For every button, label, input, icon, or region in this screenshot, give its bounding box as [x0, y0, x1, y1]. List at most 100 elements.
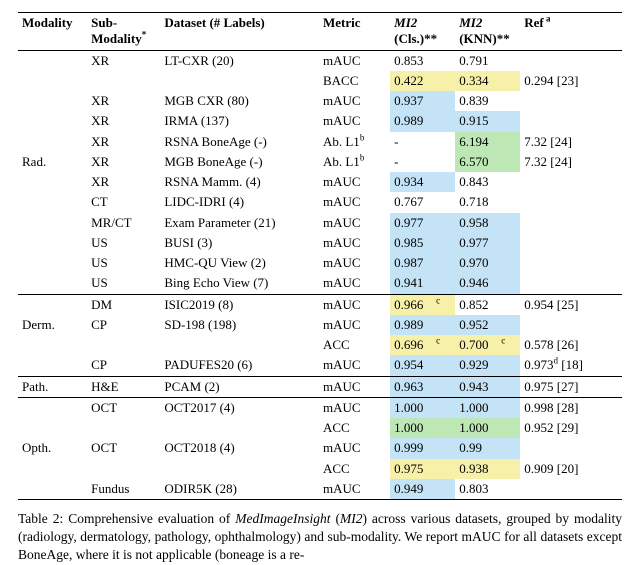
- modality-cell: [18, 71, 87, 91]
- sub-modality-cell: [87, 418, 160, 438]
- knn-cell: 0.946: [455, 273, 520, 294]
- sub-modality-cell: XR: [87, 91, 160, 111]
- table-row: XRRSNA BoneAge (-)Ab. L1b-6.1947.32 [24]: [18, 132, 622, 152]
- cls-cell: 0.853: [390, 50, 455, 71]
- metric-cell: mAUC: [319, 479, 390, 500]
- sub-modality-cell: XR: [87, 50, 160, 71]
- modality-cell: [18, 253, 87, 273]
- knn-cell: 0.929: [455, 355, 520, 376]
- knn-cell: 1.000: [455, 418, 520, 438]
- knn-cell: 0.970: [455, 253, 520, 273]
- ref-cell: [520, 253, 622, 273]
- col-sub-modality: Sub- Modality*: [87, 13, 160, 51]
- table-row: USBing Echo View (7)mAUC0.9410.946: [18, 273, 622, 294]
- knn-cell: 0.958: [455, 213, 520, 233]
- sub-modality-cell: CP: [87, 355, 160, 376]
- col-metric: Metric: [319, 13, 390, 51]
- table-row: XRLT-CXR (20)mAUC0.8530.791: [18, 50, 622, 71]
- knn-cell: 0.843: [455, 172, 520, 192]
- modality-cell: [18, 233, 87, 253]
- cls-cell: 0.937: [390, 91, 455, 111]
- col-dataset: Dataset (# Labels): [160, 13, 319, 51]
- dataset-cell: IRMA (137): [160, 111, 319, 131]
- metric-cell: mAUC: [319, 355, 390, 376]
- table-row: XRRSNA Mamm. (4)mAUC0.9340.843: [18, 172, 622, 192]
- ref-cell: 0.975 [27]: [520, 376, 622, 397]
- table-row: ACC0.9750.9380.909 [20]: [18, 459, 622, 479]
- dataset-cell: LT-CXR (20): [160, 50, 319, 71]
- sub-modality-cell: US: [87, 233, 160, 253]
- cls-cell: 0.999: [390, 438, 455, 458]
- dataset-cell: SD-198 (198): [160, 315, 319, 335]
- cls-cell: 0.987: [390, 253, 455, 273]
- dataset-cell: ISIC2019 (8): [160, 294, 319, 315]
- knn-cell: 0.334: [455, 71, 520, 91]
- table-row: ACC1.0001.0000.952 [29]: [18, 418, 622, 438]
- metric-cell: mAUC: [319, 438, 390, 458]
- modality-cell: [18, 273, 87, 294]
- ref-cell: [520, 91, 622, 111]
- modality-cell: [18, 418, 87, 438]
- ref-cell: 0.952 [29]: [520, 418, 622, 438]
- knn-cell: 0.803: [455, 479, 520, 500]
- cls-cell: 0.767: [390, 192, 455, 212]
- modality-cell: [18, 355, 87, 376]
- knn-cell: 0.700 c: [455, 335, 520, 355]
- sub-modality-cell: [87, 459, 160, 479]
- modality-cell: [18, 172, 87, 192]
- ref-cell: 7.32 [24]: [520, 152, 622, 172]
- metric-cell: mAUC: [319, 376, 390, 397]
- ref-cell: [520, 111, 622, 131]
- cls-cell: 0.985: [390, 233, 455, 253]
- metric-cell: mAUC: [319, 111, 390, 131]
- knn-cell: 6.194: [455, 132, 520, 152]
- metric-cell: BACC: [319, 71, 390, 91]
- metric-cell: ACC: [319, 418, 390, 438]
- cls-cell: 0.966 c: [390, 294, 455, 315]
- modality-cell: Rad.: [18, 152, 87, 172]
- dataset-cell: LIDC-IDRI (4): [160, 192, 319, 212]
- table-row: CTLIDC-IDRI (4)mAUC0.7670.718: [18, 192, 622, 212]
- dataset-cell: RSNA Mamm. (4): [160, 172, 319, 192]
- col-modality: Modality: [18, 13, 87, 51]
- modality-cell: Derm.: [18, 315, 87, 335]
- ref-cell: [520, 315, 622, 335]
- sub-modality-cell: CP: [87, 315, 160, 335]
- dataset-cell: HMC-QU View (2): [160, 253, 319, 273]
- table-row: BACC0.4220.3340.294 [23]: [18, 71, 622, 91]
- cls-cell: 0.949: [390, 479, 455, 500]
- table-header: Modality Sub- Modality* Dataset (# Label…: [18, 13, 622, 51]
- knn-cell: 0.99: [455, 438, 520, 458]
- table-row: USBUSI (3)mAUC0.9850.977: [18, 233, 622, 253]
- dataset-cell: RSNA BoneAge (-): [160, 132, 319, 152]
- ref-cell: [520, 172, 622, 192]
- cls-cell: 0.696 c: [390, 335, 455, 355]
- modality-cell: [18, 50, 87, 71]
- modality-cell: Path.: [18, 376, 87, 397]
- dataset-cell: MGB CXR (80): [160, 91, 319, 111]
- ref-cell: 0.973d [18]: [520, 355, 622, 376]
- table-row: FundusODIR5K (28)mAUC0.9490.803: [18, 479, 622, 500]
- dataset-cell: ODIR5K (28): [160, 479, 319, 500]
- sub-modality-cell: XR: [87, 132, 160, 152]
- knn-cell: 0.791: [455, 50, 520, 71]
- knn-cell: 0.938: [455, 459, 520, 479]
- cls-cell: 0.989: [390, 315, 455, 335]
- cls-cell: -: [390, 152, 455, 172]
- metric-cell: Ab. L1b: [319, 152, 390, 172]
- ref-cell: 0.954 [25]: [520, 294, 622, 315]
- modality-cell: [18, 111, 87, 131]
- sub-modality-cell: MR/CT: [87, 213, 160, 233]
- modality-cell: [18, 335, 87, 355]
- cls-cell: 1.000: [390, 397, 455, 418]
- cls-cell: 0.977: [390, 213, 455, 233]
- sub-modality-cell: H&E: [87, 376, 160, 397]
- table-row: ACC0.696 c0.700 c0.578 [26]: [18, 335, 622, 355]
- knn-cell: 0.839: [455, 91, 520, 111]
- modality-cell: [18, 459, 87, 479]
- cls-cell: 0.422: [390, 71, 455, 91]
- cls-cell: 1.000: [390, 418, 455, 438]
- dataset-cell: [160, 459, 319, 479]
- table-body: XRLT-CXR (20)mAUC0.8530.791BACC0.4220.33…: [18, 50, 622, 500]
- table-row: Opth.OCTOCT2018 (4)mAUC0.9990.99: [18, 438, 622, 458]
